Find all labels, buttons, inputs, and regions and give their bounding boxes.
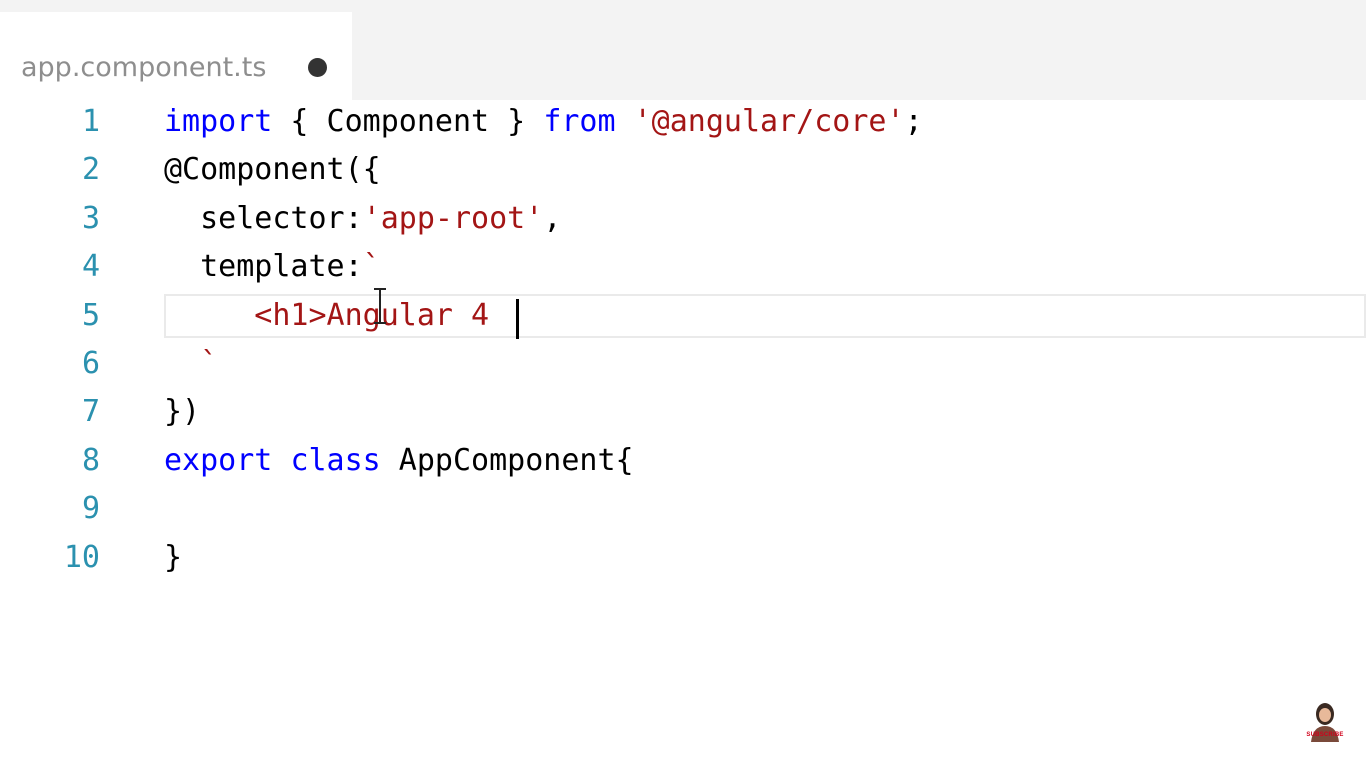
keyword-token: import xyxy=(164,104,273,139)
string-token: ` xyxy=(362,249,381,285)
line-code: } xyxy=(164,534,182,582)
plain-token: , xyxy=(543,200,562,236)
keyword-token: class xyxy=(290,442,381,478)
ibeam-cursor-icon xyxy=(374,288,386,324)
plain-token: } xyxy=(164,539,183,575)
code-line[interactable]: 6 ` xyxy=(0,340,1366,388)
keyword-token: from xyxy=(543,104,616,139)
code-line[interactable]: 5 <h1>Angular 4 xyxy=(0,292,1366,340)
line-number: 9 xyxy=(81,491,100,527)
string-token: 'app-root' xyxy=(362,200,544,236)
line-code: ` xyxy=(164,340,218,388)
code-line[interactable]: 8 export class AppComponent{ xyxy=(0,437,1366,485)
tab-bar: app.component.ts xyxy=(0,0,1366,100)
plain-token: ; xyxy=(904,104,923,139)
line-number: 3 xyxy=(81,200,100,236)
code-line[interactable]: 1 import { Component } from '@angular/cor… xyxy=(0,98,1366,146)
code-line[interactable]: 2 @Component({ xyxy=(0,146,1366,194)
line-number: 6 xyxy=(81,346,100,381)
line-code: }) xyxy=(164,388,200,436)
plain-token: { Component } xyxy=(272,104,544,139)
line-code: export class AppComponent{ xyxy=(164,437,634,485)
line-number: 4 xyxy=(81,249,100,285)
string-token: '@angular/core' xyxy=(633,104,905,139)
code-line[interactable]: 9 xyxy=(0,485,1366,533)
line-code: @Component({ xyxy=(164,146,381,194)
keyword-token: export xyxy=(164,442,273,478)
line-code: <h1>Angular 4 xyxy=(164,292,489,340)
line-number: 10 xyxy=(63,539,100,575)
line-code: selector:'app-root', xyxy=(164,195,561,243)
unsaved-indicator-icon[interactable] xyxy=(308,58,327,77)
string-token: <h1>Angular 4 xyxy=(164,297,490,333)
line-number: 7 xyxy=(81,394,100,430)
tab-label: app.component.ts xyxy=(21,52,267,83)
code-line[interactable]: 3 selector:'app-root', xyxy=(0,195,1366,243)
plain-token: }) xyxy=(164,394,201,430)
line-number: 8 xyxy=(81,442,100,478)
plain-token: @Component({ xyxy=(164,152,381,188)
plain-token: template: xyxy=(164,249,363,285)
tab-app-component[interactable]: app.component.ts xyxy=(0,12,352,100)
code-editor[interactable]: 1 import { Component } from '@angular/cor… xyxy=(0,100,1366,768)
line-number: 1 xyxy=(81,104,100,139)
line-code: import { Component } from '@angular/core… xyxy=(164,98,923,146)
text-cursor xyxy=(516,299,519,339)
code-line[interactable]: 10} xyxy=(0,534,1366,582)
line-number: 2 xyxy=(81,152,100,188)
line-code: template:` xyxy=(164,243,381,291)
string-token: ` xyxy=(164,346,219,381)
code-line[interactable]: 4 template:` xyxy=(0,243,1366,291)
subscribe-label[interactable]: SUBSCRIBE xyxy=(1300,732,1350,738)
plain-token: selector: xyxy=(164,200,363,236)
plain-token: AppComponent{ xyxy=(380,442,634,478)
line-number: 5 xyxy=(81,297,100,333)
code-line[interactable]: 7}) xyxy=(0,388,1366,436)
